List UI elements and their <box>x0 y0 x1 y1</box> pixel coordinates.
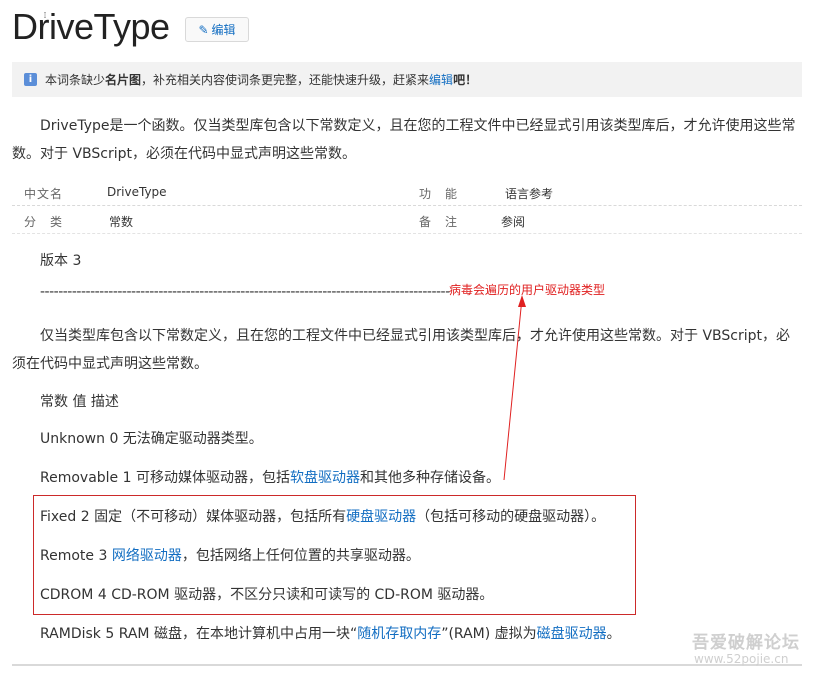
entry-ramdisk: RAMDisk 5 RAM 磁盘，在本地计算机中占用一块“随机存取内存”(RAM… <box>40 620 621 648</box>
entry-fixed: Fixed 2 固定（不可移动）媒体驱动器，包括所有硬盘驱动器（包括可移动的硬盘… <box>40 503 605 531</box>
entry-cdrom: CDROM 4 CD-ROM 驱动器，不区分只读和可读写的 CD-ROM 驱动器… <box>40 587 494 603</box>
ram-link[interactable]: 随机存取内存 <box>357 626 441 642</box>
constants-intro-paragraph: 仅当类型库包含以下常数定义，且在您的工程文件中已经显式引用该类型库后，才允许使用… <box>12 328 790 372</box>
entry-remote: Remote 3 网络驱动器，包括网络上任何位置的共享驱动器。 <box>40 542 420 570</box>
entry-text: Removable 1 可移动媒体驱动器，包括 <box>40 470 290 486</box>
entry-text: （包括可移动的硬盘驱动器）。 <box>416 509 606 525</box>
floppy-drive-link[interactable]: 软盘驱动器 <box>290 470 360 486</box>
watermark: 吾爱破解论坛 <box>692 633 800 653</box>
entry-text: Fixed 2 固定（不可移动）媒体驱动器，包括所有 <box>40 509 347 525</box>
bottom-divider <box>12 664 802 666</box>
disk-drive-link[interactable]: 磁盘驱动器 <box>537 626 607 642</box>
hard-drive-link[interactable]: 硬盘驱动器 <box>346 509 416 525</box>
entry-text: ，包括网络上任何位置的共享驱动器。 <box>181 548 420 564</box>
entry-removable: Removable 1 可移动媒体驱动器，包括软盘驱动器和其他多种存储设备。 <box>40 464 500 492</box>
entry-unknown: Unknown 0 无法确定驱动器类型。 <box>40 431 263 447</box>
entry-text: Remote 3 <box>40 548 112 564</box>
network-drive-link[interactable]: 网络驱动器 <box>112 548 182 564</box>
entry-text: 。 <box>606 626 621 642</box>
entry-text: RAMDisk 5 RAM 磁盘，在本地计算机中占用一块“ <box>40 626 358 642</box>
constants-header: 常数 值 描述 <box>40 394 119 410</box>
entry-text: 和其他多种存储设备。 <box>359 470 500 486</box>
entry-text: ”(RAM) 虚拟为 <box>441 626 537 642</box>
watermark-url: www.52pojie.cn <box>694 652 789 666</box>
